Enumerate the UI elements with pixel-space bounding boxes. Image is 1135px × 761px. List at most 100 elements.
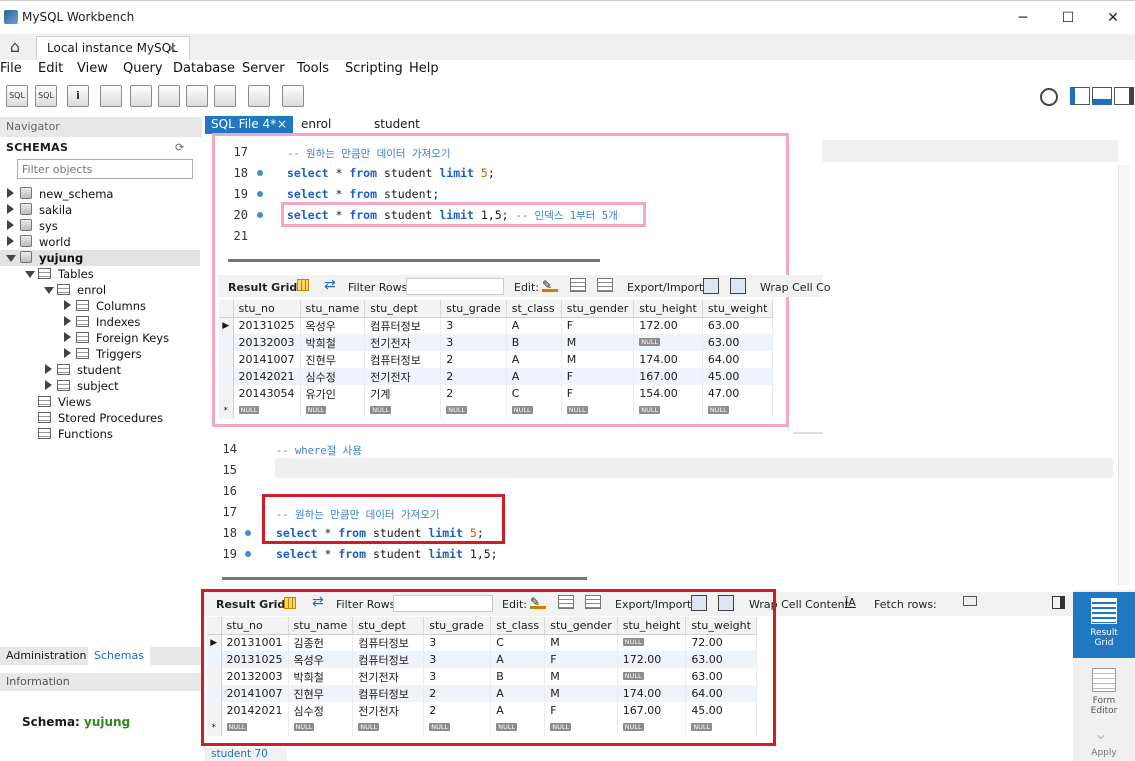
table-cell[interactable]: F — [561, 368, 635, 385]
table-cell[interactable]: 63.00 — [702, 317, 774, 334]
table-cell[interactable]: 박희철 — [300, 334, 366, 351]
table-cell[interactable]: 전기전자 — [364, 368, 442, 385]
col-stu-grade[interactable]: stu_grade — [440, 300, 507, 318]
table-cell[interactable]: 154.00 — [633, 385, 703, 402]
table-cell[interactable]: NULL — [633, 334, 703, 351]
expand-arrow-icon[interactable] — [45, 380, 52, 390]
table-cell[interactable]: 전기전자 — [364, 334, 442, 351]
schema-new-schema[interactable]: new_schema — [39, 187, 113, 201]
table-subject[interactable]: subject — [77, 379, 119, 393]
schema-sakila[interactable]: sakila — [39, 203, 72, 217]
table-cell[interactable]: 2 — [440, 385, 507, 402]
row-marker[interactable] — [219, 368, 234, 385]
grid-view-icon[interactable] — [297, 279, 309, 291]
reconnect-icon[interactable] — [282, 85, 304, 107]
menu-file[interactable]: File — [0, 61, 22, 76]
form-editor-panel-button[interactable]: Form Editor — [1073, 665, 1135, 721]
table-cell[interactable]: NULL — [633, 402, 703, 419]
apply-button[interactable]: Apply — [1073, 748, 1135, 758]
expand-arrow-icon[interactable] — [7, 220, 14, 230]
tab-enrol[interactable]: enrol — [295, 116, 337, 134]
schema-world[interactable]: world — [39, 235, 71, 249]
table-cell[interactable]: M — [561, 334, 635, 351]
table-cell[interactable]: 2 — [440, 368, 507, 385]
toggle-output-icon[interactable] — [1092, 87, 1112, 105]
collapse-arrow-icon[interactable] — [6, 255, 16, 262]
table-cell[interactable]: F — [561, 317, 635, 334]
table-cell[interactable]: 컴퓨터정보 — [364, 317, 442, 334]
wrap-toggle-icon[interactable]: ĪA — [845, 596, 856, 609]
table-row[interactable]: 20143054 유가인 기계 2 C F 154.00 47.00 — [219, 385, 774, 402]
table-row[interactable]: ▶ 20131025 옥성우 컴퓨터정보 3 A F 172.00 63.00 — [219, 317, 774, 334]
menu-database[interactable]: Database — [173, 61, 235, 76]
table-cell[interactable]: 3 — [440, 334, 507, 351]
code-line-18[interactable]: select * from student limit 5; — [287, 166, 495, 180]
new-sql-tab-icon[interactable]: SQL — [6, 85, 28, 107]
table-cell[interactable]: C — [506, 385, 562, 402]
tab-local-instance[interactable]: Local instance MySQL × — [36, 36, 190, 60]
minimize-button[interactable]: ─ — [1000, 1, 1046, 35]
table-cell[interactable]: 45.00 — [702, 368, 774, 385]
expand-arrow-icon[interactable] — [45, 364, 52, 374]
create-procedure-icon[interactable] — [186, 85, 208, 107]
tab-schemas[interactable]: Schemas — [88, 647, 150, 665]
enrol-columns[interactable]: Columns — [96, 299, 146, 313]
tab-administration[interactable]: Administration — [6, 649, 87, 662]
create-schema-icon[interactable] — [100, 85, 122, 107]
schema-yujung[interactable]: yujung — [39, 251, 83, 265]
table-cell[interactable]: 유가인 — [300, 385, 366, 402]
refresh-schemas-icon[interactable]: ⟳ — [175, 141, 184, 154]
table-row[interactable]: 20132003 박희철 전기전자 3 B M NULL 63.00 — [219, 334, 774, 351]
table-cell[interactable]: 47.00 — [702, 385, 774, 402]
fetch-next-icon[interactable] — [963, 596, 977, 606]
tab-sql-file-4[interactable]: SQL File 4* × — [205, 116, 293, 134]
toggle-secondary-sidebar-icon[interactable] — [1114, 87, 1134, 105]
collapse-arrow-icon[interactable] — [44, 287, 54, 294]
expand-arrow-icon[interactable] — [64, 300, 71, 310]
table-cell[interactable]: 174.00 — [633, 351, 703, 368]
table-cell[interactable]: 2 — [440, 351, 507, 368]
import-icon[interactable] — [730, 278, 746, 294]
open-sql-script-icon[interactable]: SQL — [35, 85, 57, 107]
row-marker[interactable] — [219, 334, 234, 351]
expand-arrow-icon[interactable] — [64, 316, 71, 326]
table-cell[interactable]: 20142021 — [233, 368, 301, 385]
current-row-marker-icon[interactable]: ▶ — [219, 317, 234, 334]
result-grid-label[interactable]: Result Grid — [228, 281, 297, 294]
table-cell[interactable]: NULL — [561, 402, 635, 419]
editor-scrollbar[interactable] — [1118, 165, 1130, 585]
table-cell[interactable]: 20143054 — [233, 385, 301, 402]
create-table-icon[interactable] — [130, 85, 152, 107]
table-cell[interactable]: F — [561, 385, 635, 402]
delete-row-icon[interactable] — [597, 278, 613, 292]
new-row[interactable]: * NULL NULL NULL NULL NULL NULL NULL NULL — [219, 402, 774, 419]
table-cell[interactable]: 172.00 — [633, 317, 703, 334]
col-stu-name[interactable]: stu_name — [300, 300, 366, 318]
table-cell[interactable]: 기계 — [364, 385, 442, 402]
expand-arrow-icon[interactable] — [7, 236, 14, 246]
horizontal-scrollbar[interactable] — [228, 259, 600, 262]
code-line-19[interactable]: select * from student limit 1,5; — [276, 547, 498, 561]
col-stu-dept[interactable]: stu_dept — [364, 300, 442, 318]
row-marker[interactable] — [219, 385, 234, 402]
table-cell[interactable]: NULL — [233, 402, 301, 419]
toggle-sidebar-icon[interactable] — [1070, 87, 1090, 105]
col-stu-no[interactable]: stu_no — [233, 300, 301, 318]
table-cell[interactable]: 심수정 — [300, 368, 366, 385]
table-cell[interactable]: 167.00 — [633, 368, 703, 385]
filter-rows-input[interactable] — [406, 278, 504, 295]
col-stu-weight[interactable]: stu_weight — [702, 300, 774, 318]
table-cell[interactable]: 63.00 — [702, 334, 774, 351]
close-button[interactable]: ✕ — [1090, 1, 1135, 35]
table-cell[interactable]: 20141007 — [233, 351, 301, 368]
expand-arrow-icon[interactable] — [7, 188, 14, 198]
splitter[interactable] — [793, 432, 823, 434]
horizontal-scrollbar[interactable] — [222, 577, 587, 580]
inspector-icon[interactable]: i — [67, 85, 89, 107]
search-table-data-icon[interactable] — [248, 85, 270, 107]
table-cell[interactable]: A — [506, 351, 562, 368]
expand-arrow-icon[interactable] — [64, 332, 71, 342]
table-cell[interactable]: NULL — [364, 402, 442, 419]
table-row[interactable]: 20142021 심수정 전기전자 2 A F 167.00 45.00 — [219, 368, 774, 385]
table-cell[interactable]: 진현무 — [300, 351, 366, 368]
